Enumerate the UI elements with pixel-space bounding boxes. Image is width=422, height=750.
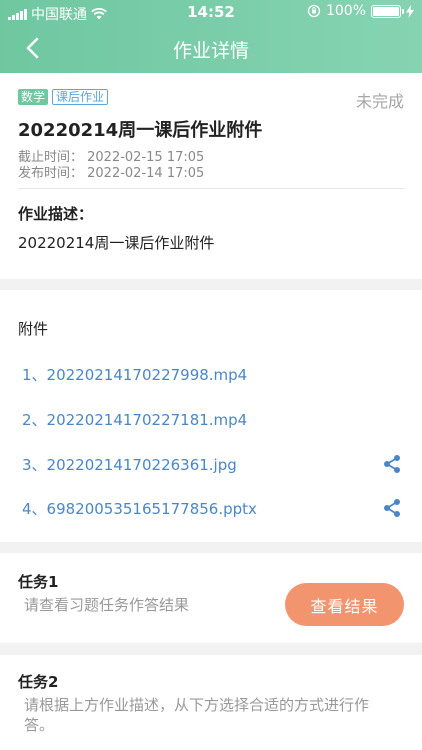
orientation-lock-icon [307,4,321,18]
subject-tag: 数学 [18,89,49,105]
share-button[interactable] [380,452,404,476]
homework-title: 20220214周一课后作业附件 [18,120,263,141]
published-text: 发布时间： 2022-02-14 17:05 [18,166,205,181]
attachment-link[interactable]: 1、20220214170227998.mp4 [22,364,247,385]
tag-group: 数学 课后作业 [18,89,109,105]
status-badge: 未完成 [355,92,404,111]
attachment-row: 4、698200535165177856.pptx [22,493,404,523]
battery-percent: 100% [325,3,366,19]
attachment-link[interactable]: 4、698200535165177856.pptx [22,498,257,519]
share-icon [384,499,400,517]
battery-icon [371,4,404,18]
task-1-description: 请查看习题任务作答结果 [24,596,190,614]
status-right: 100% [307,3,414,19]
attachment-row: 1、20220214170227998.mp4 [22,359,404,389]
charging-icon [406,4,414,18]
battery-level [373,6,399,16]
divider [18,188,404,189]
description-text: 20220214周一课后作业附件 [18,234,215,252]
nav-bar: 作业详情 [0,24,422,73]
attachment-link[interactable]: 2、20220214170227181.mp4 [22,409,247,430]
share-icon [384,455,400,473]
page-title: 作业详情 [172,40,249,62]
share-button[interactable] [380,496,404,520]
task-2-description: 请根据上方作业描述，从下方选择合适的方式进行作答。 [24,696,370,734]
attachments-label: 附件 [18,320,49,338]
view-result-button[interactable]: 查看结果 [285,583,404,626]
attachment-row: 3、20220214170226361.jpg [22,449,404,479]
status-bar: 中国联通 14:52 100% [0,0,422,24]
task-2-title: 任务2 [18,673,59,691]
app-header: 中国联通 14:52 100% 作业详情 [0,0,422,73]
description-label: 作业描述： [18,205,94,223]
attachment-row: 2、20220214170227181.mp4 [22,404,404,434]
task-1-title: 任务1 [18,573,59,591]
type-tag: 课后作业 [52,89,109,105]
attachment-link[interactable]: 3、20220214170226361.jpg [22,454,237,475]
